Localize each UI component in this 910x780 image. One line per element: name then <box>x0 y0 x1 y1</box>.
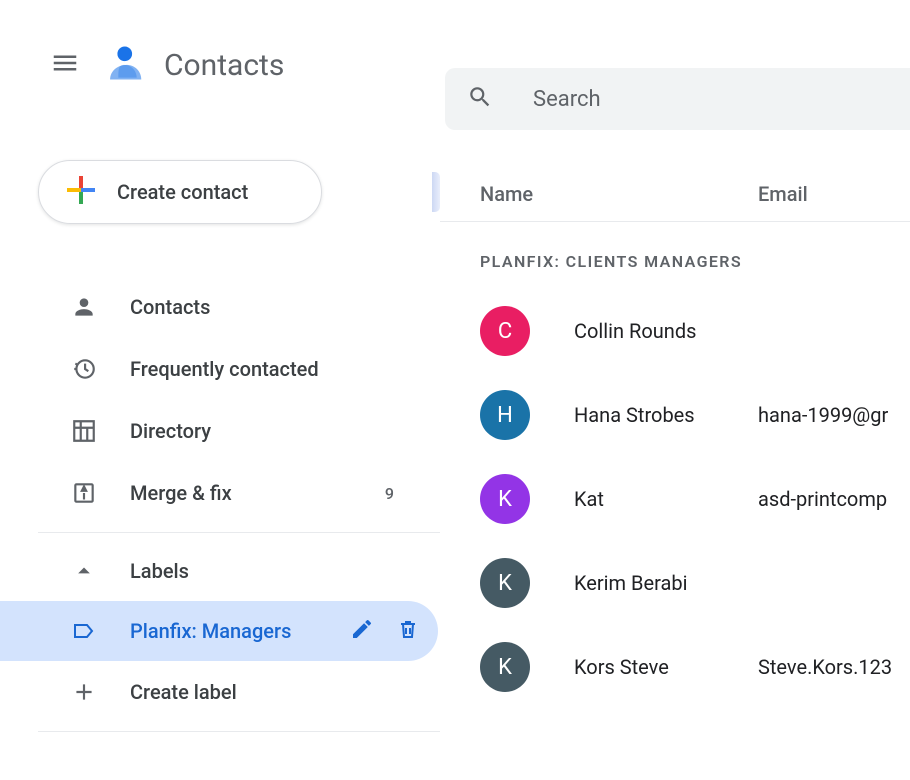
selection-indicator <box>432 172 440 212</box>
contact-row[interactable]: K Kerim Berabi <box>440 541 910 625</box>
sidebar-item-contacts[interactable]: Contacts <box>38 276 440 338</box>
contact-email: Steve.Kors.123 <box>758 655 892 679</box>
contact-email: hana-1999@gr <box>758 403 888 427</box>
plus-small-icon <box>70 679 98 705</box>
person-icon <box>70 294 98 320</box>
chevron-up-icon <box>70 557 98 585</box>
app-title: Contacts <box>164 48 284 83</box>
create-contact-label: Create contact <box>117 180 248 204</box>
search-icon <box>467 84 493 114</box>
contact-row[interactable]: C Collin Rounds <box>440 289 910 373</box>
plus-icon <box>63 172 99 212</box>
avatar: K <box>480 558 530 608</box>
avatar: C <box>480 306 530 356</box>
contact-name: Hana Strobes <box>574 403 695 427</box>
column-header-email[interactable]: Email <box>758 182 808 206</box>
sidebar-item-directory[interactable]: Directory <box>38 400 440 462</box>
hamburger-menu-icon[interactable] <box>50 48 80 82</box>
contact-name: Kat <box>574 487 604 511</box>
list-header: Name Email <box>440 166 910 222</box>
contact-name: Kerim Berabi <box>574 571 687 595</box>
contact-name: Kors Steve <box>574 655 669 679</box>
contact-row[interactable]: K Kat asd-printcomp <box>440 457 910 541</box>
sidebar-item-frequent[interactable]: Frequently contacted <box>38 338 440 400</box>
column-header-name[interactable]: Name <box>480 182 533 206</box>
divider <box>38 731 440 732</box>
avatar: K <box>480 642 530 692</box>
main-panel: Name Email PLANFIX: CLIENTS MANAGERS C Co… <box>440 130 910 780</box>
history-icon <box>70 356 98 382</box>
top-bar: Contacts Search <box>0 0 910 130</box>
divider <box>38 532 440 533</box>
sidebar-item-merge-fix[interactable]: Merge & fix 9 <box>38 462 440 524</box>
contact-email: asd-printcomp <box>758 487 887 511</box>
merge-icon <box>70 480 98 506</box>
avatar: K <box>480 474 530 524</box>
merge-fix-count: 9 <box>385 484 394 503</box>
contact-row[interactable]: H Hana Strobes hana-1999@gr <box>440 373 910 457</box>
contact-name: Collin Rounds <box>574 319 696 343</box>
create-label-button[interactable]: Create label <box>38 661 440 723</box>
section-title: PLANFIX: CLIENTS MANAGERS <box>480 252 910 271</box>
create-contact-button[interactable]: Create contact <box>38 160 322 224</box>
sidebar: Create contact Contacts Frequently conta… <box>0 130 440 780</box>
avatar: H <box>480 390 530 440</box>
contacts-logo-icon <box>100 41 144 89</box>
label-icon <box>70 619 98 643</box>
search-bar[interactable]: Search <box>445 68 910 130</box>
search-placeholder: Search <box>533 87 601 112</box>
directory-icon <box>70 418 98 444</box>
labels-section-toggle[interactable]: Labels <box>38 541 440 601</box>
contact-row[interactable]: K Kors Steve Steve.Kors.123 <box>440 625 910 709</box>
delete-label-icon[interactable] <box>396 617 420 646</box>
label-planfix-managers[interactable]: Planfix: Managers <box>0 601 438 661</box>
edit-label-icon[interactable] <box>350 617 374 646</box>
